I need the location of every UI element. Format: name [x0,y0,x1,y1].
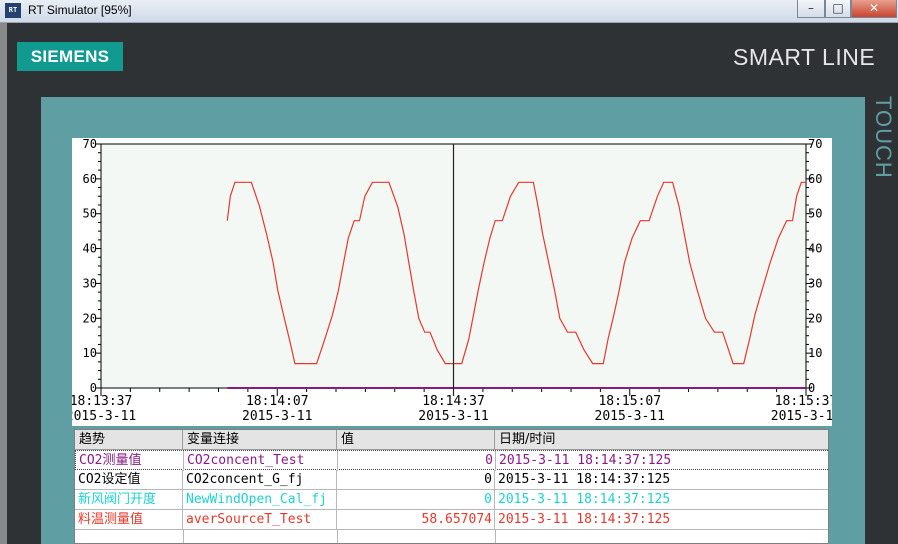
y-tick-label-right: 20 [808,311,822,325]
column-header-datetime[interactable]: 日期/时间 [495,430,828,450]
y-tick-label-right: 60 [808,172,822,186]
x-tick-time-label: 18:15:07 [598,394,661,409]
column-header-trend[interactable]: 趋势 [75,430,183,450]
window-title-bar: RT RT Simulator [95%] – □ ✕ [0,0,898,23]
table-header-row: 趋势 变量连接 值 日期/时间 [75,430,828,450]
x-tick-time-label: 18:14:07 [246,394,309,409]
column-divider [495,530,496,543]
table-row[interactable]: 料温测量值 averSourceT_Test 58.657074 2015-3-11 … [75,510,828,530]
cell-value: 0 [337,470,495,490]
table-row[interactable]: CO2设定值 CO2concent_G_fj 0 2015-3-11 18:14:37… [75,470,828,490]
cell-datetime: 2015-3-11 18:14:37:125 [498,472,671,487]
column-divider [337,530,338,543]
y-tick-label-right: 40 [808,242,822,256]
y-tick-label-left: 20 [83,311,97,325]
y-tick-label-right: 10 [808,346,822,360]
cell-trend: CO2设定值 [75,470,183,490]
minimize-button[interactable]: – [797,0,825,18]
y-tick-label-right: 50 [808,207,822,221]
empty-table-row [75,530,828,543]
x-tick-time-label: 18:13:37 [72,394,132,409]
cell-trend: CO2测量值 [76,451,184,471]
x-tick-date-label: 2015-3-11 [418,409,488,424]
cell-value: 58.657074 [337,510,495,530]
y-tick-label-right: 30 [808,276,822,290]
cell-trend: 新风阀门开度 [75,490,183,510]
x-tick-date-label: 2015-3-11 [72,409,136,424]
maximize-icon: □ [832,1,844,15]
x-tick-time-label: 18:14:37 [422,394,485,409]
trend-chart[interactable]: 70 7060 6050 5040 4030 3020 2010 100 018:13:3720… [72,138,832,426]
table-row[interactable]: 新风阀门开度 NewWindOpen_Cal_fj 0 2015-3-11 18:14… [75,490,828,510]
cell-datetime: 2015-3-11 18:14:37:125 [498,492,671,507]
x-tick-date-label: 2015-3-11 [242,409,312,424]
cell-trend: 料温测量值 [75,510,183,530]
y-tick-label-left: 70 [83,138,97,151]
cell-tag: NewWindOpen_Cal_fj [183,490,337,510]
y-tick-label-right: 70 [808,138,822,151]
cell-tag: averSourceT_Test [183,510,337,530]
close-icon: ✕ [868,1,880,15]
cell-tag: CO2concent_Test [184,451,338,471]
y-tick-label-left: 0 [90,381,97,395]
column-header-tag[interactable]: 变量连接 [183,430,337,450]
y-tick-label-left: 30 [83,276,97,290]
y-tick-label-right: 0 [808,381,815,395]
y-tick-label-left: 40 [83,242,97,256]
cell-datetime: 2015-3-11 18:14:37:125 [498,512,671,527]
cell-value: 0 [337,490,495,510]
touch-label: TOUCH [871,96,896,179]
cell-tag: CO2concent_G_fj [183,470,337,490]
trend-view[interactable]: 70 70 60 60 50 50 40 40 30 30 20 20 10 10 0 0 18:13:37 20… [72,138,832,426]
y-tick-label-left: 50 [83,207,97,221]
x-tick-time-label: 18:15:37 [775,394,832,409]
x-tick-date-label: 2015-3-11 [771,409,832,424]
siemens-logo: SIEMENS [17,42,123,71]
rt-simulator-app-icon[interactable]: RT [5,3,21,18]
y-tick-label-left: 60 [83,172,97,186]
column-header-value[interactable]: 值 [337,430,495,450]
table-row[interactable]: CO2测量值 CO2concent_Test 0 2015-3-11 18:14:37… [75,450,828,471]
x-tick-date-label: 2015-3-11 [595,409,665,424]
trend-legend-table[interactable]: 趋势 变量连接 值 日期/时间 CO2测量值 CO2concent_Test 0 20… [74,429,829,544]
maximize-button[interactable]: □ [825,0,851,18]
close-button[interactable]: ✕ [851,0,897,18]
window-title: RT Simulator [95%] [28,3,132,17]
minimize-icon: – [808,1,814,15]
smart-line-label: SMART LINE [733,44,876,70]
y-tick-label-left: 10 [83,346,97,360]
column-divider [183,530,184,543]
cell-datetime: 2015-3-11 18:14:37:125 [499,453,672,468]
cell-value: 0 [338,451,496,471]
